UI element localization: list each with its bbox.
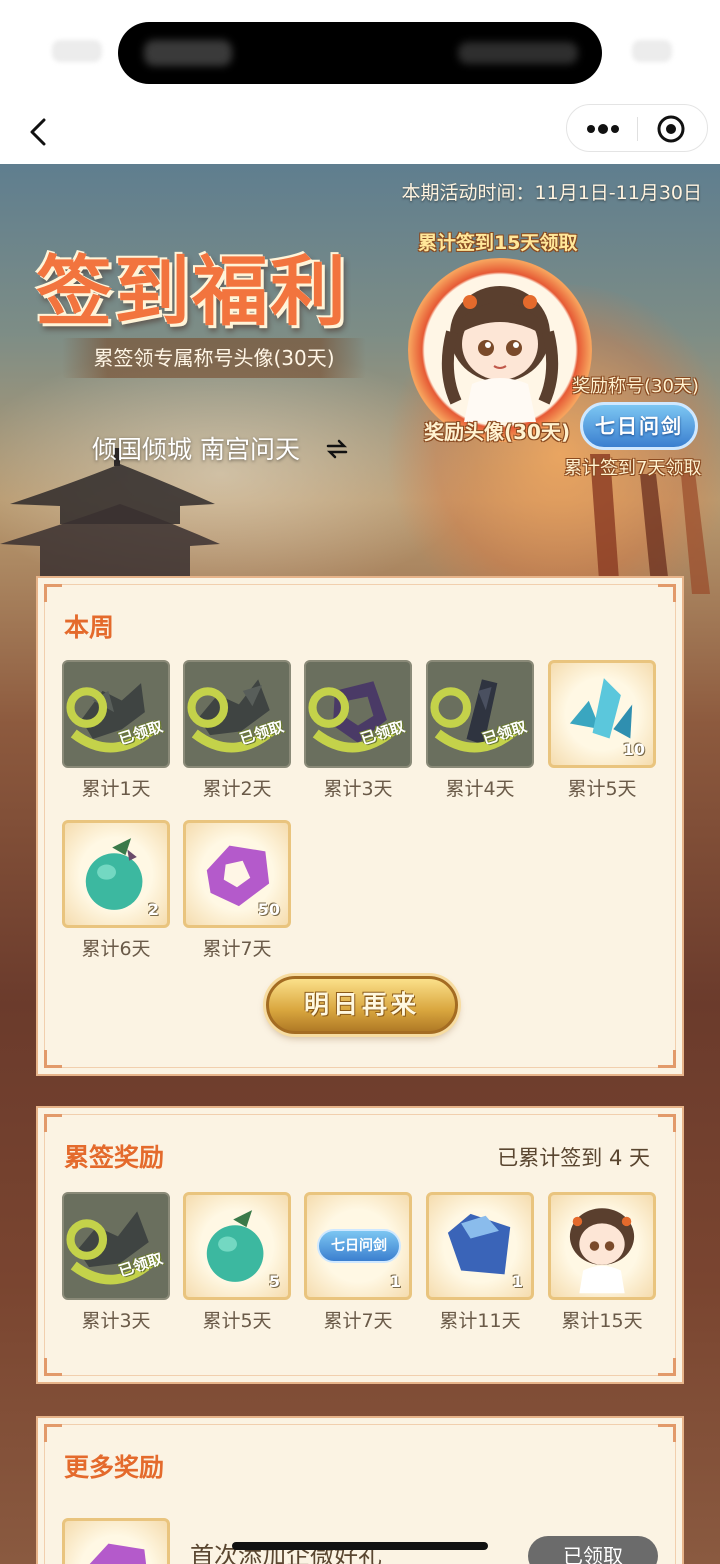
dynamic-island bbox=[118, 22, 602, 84]
banner-subtitle: 累签领专属称号头像(30天) bbox=[62, 338, 366, 378]
item-label: 累计4天 bbox=[445, 778, 515, 800]
nav-bar bbox=[0, 100, 720, 164]
weekly-item-day1[interactable]: 已领取 累计1天 bbox=[62, 660, 170, 801]
item-label: 累计6天 bbox=[81, 938, 151, 960]
weekly-item-day7[interactable]: 50 累计7天 bbox=[183, 820, 291, 961]
reward-tile: 已领取 bbox=[62, 660, 170, 768]
item-label: 累计1天 bbox=[81, 778, 151, 800]
card-corner bbox=[44, 1114, 62, 1132]
more-rewards-title: 更多奖励 bbox=[64, 1453, 165, 1482]
weekly-item-day6[interactable]: 2 累计6天 bbox=[62, 820, 170, 961]
cumulative-progress: 已累计签到 4 天 bbox=[497, 1146, 650, 1170]
title-badge-icon: 七日问剑 bbox=[317, 1229, 401, 1263]
claimed-stamp-icon bbox=[66, 1219, 162, 1285]
reward-15-days-label: 累计签到15天领取 bbox=[418, 232, 578, 254]
claimed-stamp-icon bbox=[187, 687, 283, 753]
item-label: 累计3天 bbox=[81, 1310, 151, 1332]
card-corner bbox=[44, 1358, 62, 1376]
item-quantity: 50 bbox=[257, 900, 280, 919]
capsule-divider bbox=[637, 117, 638, 141]
switch-arrows-icon[interactable] bbox=[326, 438, 348, 460]
reward-tile: 5 bbox=[183, 1192, 291, 1300]
claimed-stamp-icon bbox=[66, 687, 162, 753]
first-add-wecom-gift-text: 首次添加企微好礼 bbox=[190, 1542, 382, 1564]
weekly-item-day4[interactable]: 已领取 累计4天 bbox=[426, 660, 534, 801]
claimed-stamp-icon bbox=[308, 687, 404, 753]
purple-ring-icon bbox=[89, 1543, 147, 1564]
card-corner bbox=[658, 1358, 676, 1376]
item-label: 累计5天 bbox=[202, 1310, 272, 1332]
reward-tile: 已领取 bbox=[304, 660, 412, 768]
reward-tile: 已领取 bbox=[62, 1192, 170, 1300]
banner-title: 签到福利 bbox=[36, 247, 348, 336]
close-target-icon[interactable] bbox=[655, 113, 687, 145]
item-label: 累计7天 bbox=[202, 938, 272, 960]
cumulative-item-day7[interactable]: 七日问剑 1 累计7天 bbox=[304, 1192, 412, 1333]
claimed-stamp-icon bbox=[430, 687, 526, 753]
reward-tile: 已领取 bbox=[426, 660, 534, 768]
title-badge: 七日问剑 bbox=[580, 402, 698, 450]
reward-tile bbox=[62, 1518, 170, 1564]
cumulative-title: 累签奖励 bbox=[64, 1143, 165, 1172]
item-label: 累计11天 bbox=[439, 1310, 521, 1332]
reward-tile: 2 bbox=[62, 820, 170, 928]
card-corner bbox=[658, 584, 676, 602]
item-label: 累计5天 bbox=[567, 778, 637, 800]
home-indicator bbox=[232, 1542, 488, 1550]
item-label: 累计7天 bbox=[323, 1310, 393, 1332]
item-quantity: 1 bbox=[389, 1272, 401, 1291]
back-arrow-icon[interactable] bbox=[22, 112, 62, 152]
weekly-card: 本周 已领取 累计1天 已领取 累计2天 已领取 累计3天 已领取 累计4天 1… bbox=[36, 576, 684, 1076]
come-back-tomorrow-button[interactable]: 明日再来 bbox=[266, 976, 458, 1034]
avatar-chibi-icon bbox=[569, 1208, 635, 1294]
cumulative-item-day5[interactable]: 5 累计5天 bbox=[183, 1192, 291, 1333]
activity-period: 本期活动时间：11月1日-11月30日 bbox=[401, 182, 702, 204]
reward-tile: 已领取 bbox=[183, 660, 291, 768]
status-time bbox=[52, 40, 102, 62]
item-quantity: 5 bbox=[268, 1272, 280, 1291]
reward-7-days-label: 累计签到7天领取 bbox=[564, 458, 702, 479]
reward-tile: 50 bbox=[183, 820, 291, 928]
blurred-notification-icon bbox=[144, 40, 232, 66]
claimed-button[interactable]: 已领取 bbox=[528, 1536, 658, 1564]
card-corner bbox=[44, 1050, 62, 1068]
more-dots-icon[interactable] bbox=[581, 115, 625, 143]
card-corner bbox=[44, 584, 62, 602]
cumulative-item-day15[interactable]: 累计15天 bbox=[548, 1192, 656, 1333]
card-corner bbox=[658, 1114, 676, 1132]
status-icons bbox=[632, 40, 672, 62]
reward-tile: 1 bbox=[426, 1192, 534, 1300]
signin-page: 本期活动时间：11月1日-11月30日 签到福利 累签领专属称号头像(30天) … bbox=[0, 164, 720, 1564]
cumulative-item-day3[interactable]: 已领取 累计3天 bbox=[62, 1192, 170, 1333]
card-corner bbox=[658, 1050, 676, 1068]
mini-program-capsule bbox=[566, 104, 708, 152]
title-switch-text[interactable]: 倾国倾城 南宫问天 bbox=[92, 430, 300, 466]
reward-tile: 七日问剑 1 bbox=[304, 1192, 412, 1300]
item-quantity: 1 bbox=[511, 1272, 523, 1291]
reward-tile bbox=[548, 1192, 656, 1300]
status-bar bbox=[0, 0, 720, 100]
more-reward-item bbox=[62, 1518, 170, 1564]
card-corner bbox=[44, 1424, 62, 1442]
item-label: 累计3天 bbox=[323, 778, 393, 800]
card-corner bbox=[658, 1424, 676, 1442]
weekly-item-day3[interactable]: 已领取 累计3天 bbox=[304, 660, 412, 801]
item-label: 累计2天 bbox=[202, 778, 272, 800]
blurred-notification-text bbox=[458, 42, 578, 64]
weekly-title: 本周 bbox=[64, 613, 115, 642]
weekly-item-day5[interactable]: 10 累计5天 bbox=[548, 660, 656, 801]
chibi-avatar-icon bbox=[441, 286, 559, 422]
item-quantity: 10 bbox=[622, 740, 645, 759]
weekly-item-day2[interactable]: 已领取 累计2天 bbox=[183, 660, 291, 801]
avatar-reward-label: 奖励头像(30天) bbox=[424, 420, 571, 444]
title-reward-label: 奖励称号(30天) bbox=[572, 376, 699, 397]
cumulative-item-day11[interactable]: 1 累计11天 bbox=[426, 1192, 534, 1333]
reward-tile: 10 bbox=[548, 660, 656, 768]
item-quantity: 2 bbox=[147, 900, 159, 919]
item-label: 累计15天 bbox=[561, 1310, 643, 1332]
cumulative-card: 累签奖励 已累计签到 4 天 已领取 累计3天 5 累计5天 七日问剑 1 累计… bbox=[36, 1106, 684, 1384]
